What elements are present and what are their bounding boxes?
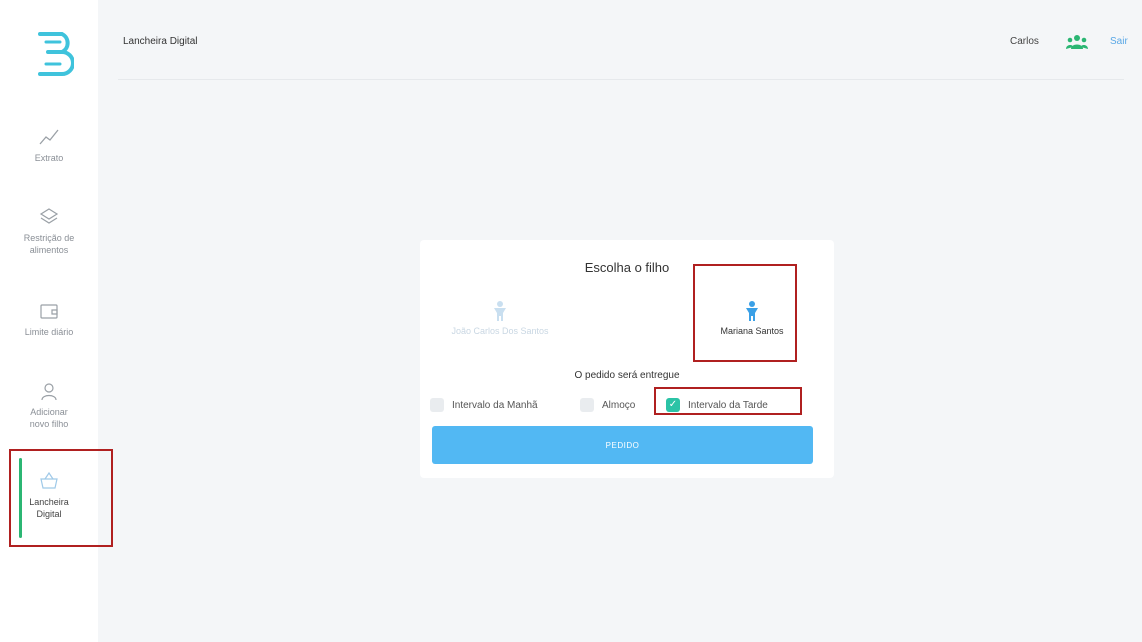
option-intervalo-tarde[interactable]: ✓ Intervalo da Tarde — [666, 396, 768, 414]
child-icon — [494, 301, 506, 321]
card-title: Escolha o filho — [584, 260, 670, 275]
user-name: Carlos — [1010, 36, 1039, 47]
wallet-icon — [40, 304, 58, 319]
topbar: Lancheira Digital Carlos Sair — [98, 0, 1142, 80]
sidebar-item-limite[interactable]: Limite diário — [0, 300, 98, 338]
sidebar-item-extrato[interactable]: Extrato — [0, 126, 98, 164]
sidebar-item-label: Adicionar novo filho — [29, 407, 69, 429]
checkbox[interactable] — [430, 398, 444, 412]
option-almoco[interactable]: Almoço — [580, 396, 635, 414]
brand-logo-icon — [38, 32, 74, 76]
delivery-label: O pedido será entregue — [574, 370, 680, 381]
sidebar-item-adicionar-filho[interactable]: Adicionar novo filho — [0, 380, 98, 430]
child-option-joao[interactable]: João Carlos Dos Santos — [430, 300, 570, 336]
exit-link[interactable]: Sair — [1110, 36, 1128, 47]
sidebar-item-lancheira[interactable]: Lancheira Digital — [0, 470, 98, 520]
sidebar-item-label: Lancheira Digital — [29, 497, 69, 519]
child-icon — [746, 301, 758, 321]
child-name: João Carlos Dos Santos — [451, 326, 549, 336]
child-option-mariana[interactable]: Mariana Santos — [692, 300, 812, 336]
sidebar-item-label: Extrato — [34, 153, 64, 163]
page-title: Lancheira Digital — [123, 36, 198, 47]
sidebar: Extrato Restrição de alimentos Limite di… — [0, 0, 98, 642]
child-name: Mariana Santos — [720, 326, 784, 336]
chart-line-icon — [39, 129, 59, 145]
option-label: Intervalo da Manhã — [452, 399, 538, 411]
sidebar-item-label: Limite diário — [24, 327, 74, 337]
divider — [118, 79, 1124, 80]
choose-child-card: Escolha o filho João Carlos Dos Santos M… — [420, 240, 834, 478]
sidebar-item-restricao[interactable]: Restrição de alimentos — [0, 206, 98, 256]
option-label: Almoço — [602, 399, 636, 411]
user-add-icon — [41, 383, 57, 401]
checkbox-checked[interactable]: ✓ — [666, 398, 680, 412]
submit-order-button[interactable]: PEDIDO — [432, 426, 813, 464]
option-label: Intervalo da Tarde — [688, 399, 768, 411]
layers-icon — [39, 208, 59, 224]
sidebar-item-label: Restrição de alimentos — [23, 233, 75, 255]
option-intervalo-manha[interactable]: Intervalo da Manhã — [430, 396, 538, 414]
checkbox[interactable] — [580, 398, 594, 412]
basket-icon — [40, 471, 58, 489]
users-icon[interactable] — [1066, 33, 1088, 49]
